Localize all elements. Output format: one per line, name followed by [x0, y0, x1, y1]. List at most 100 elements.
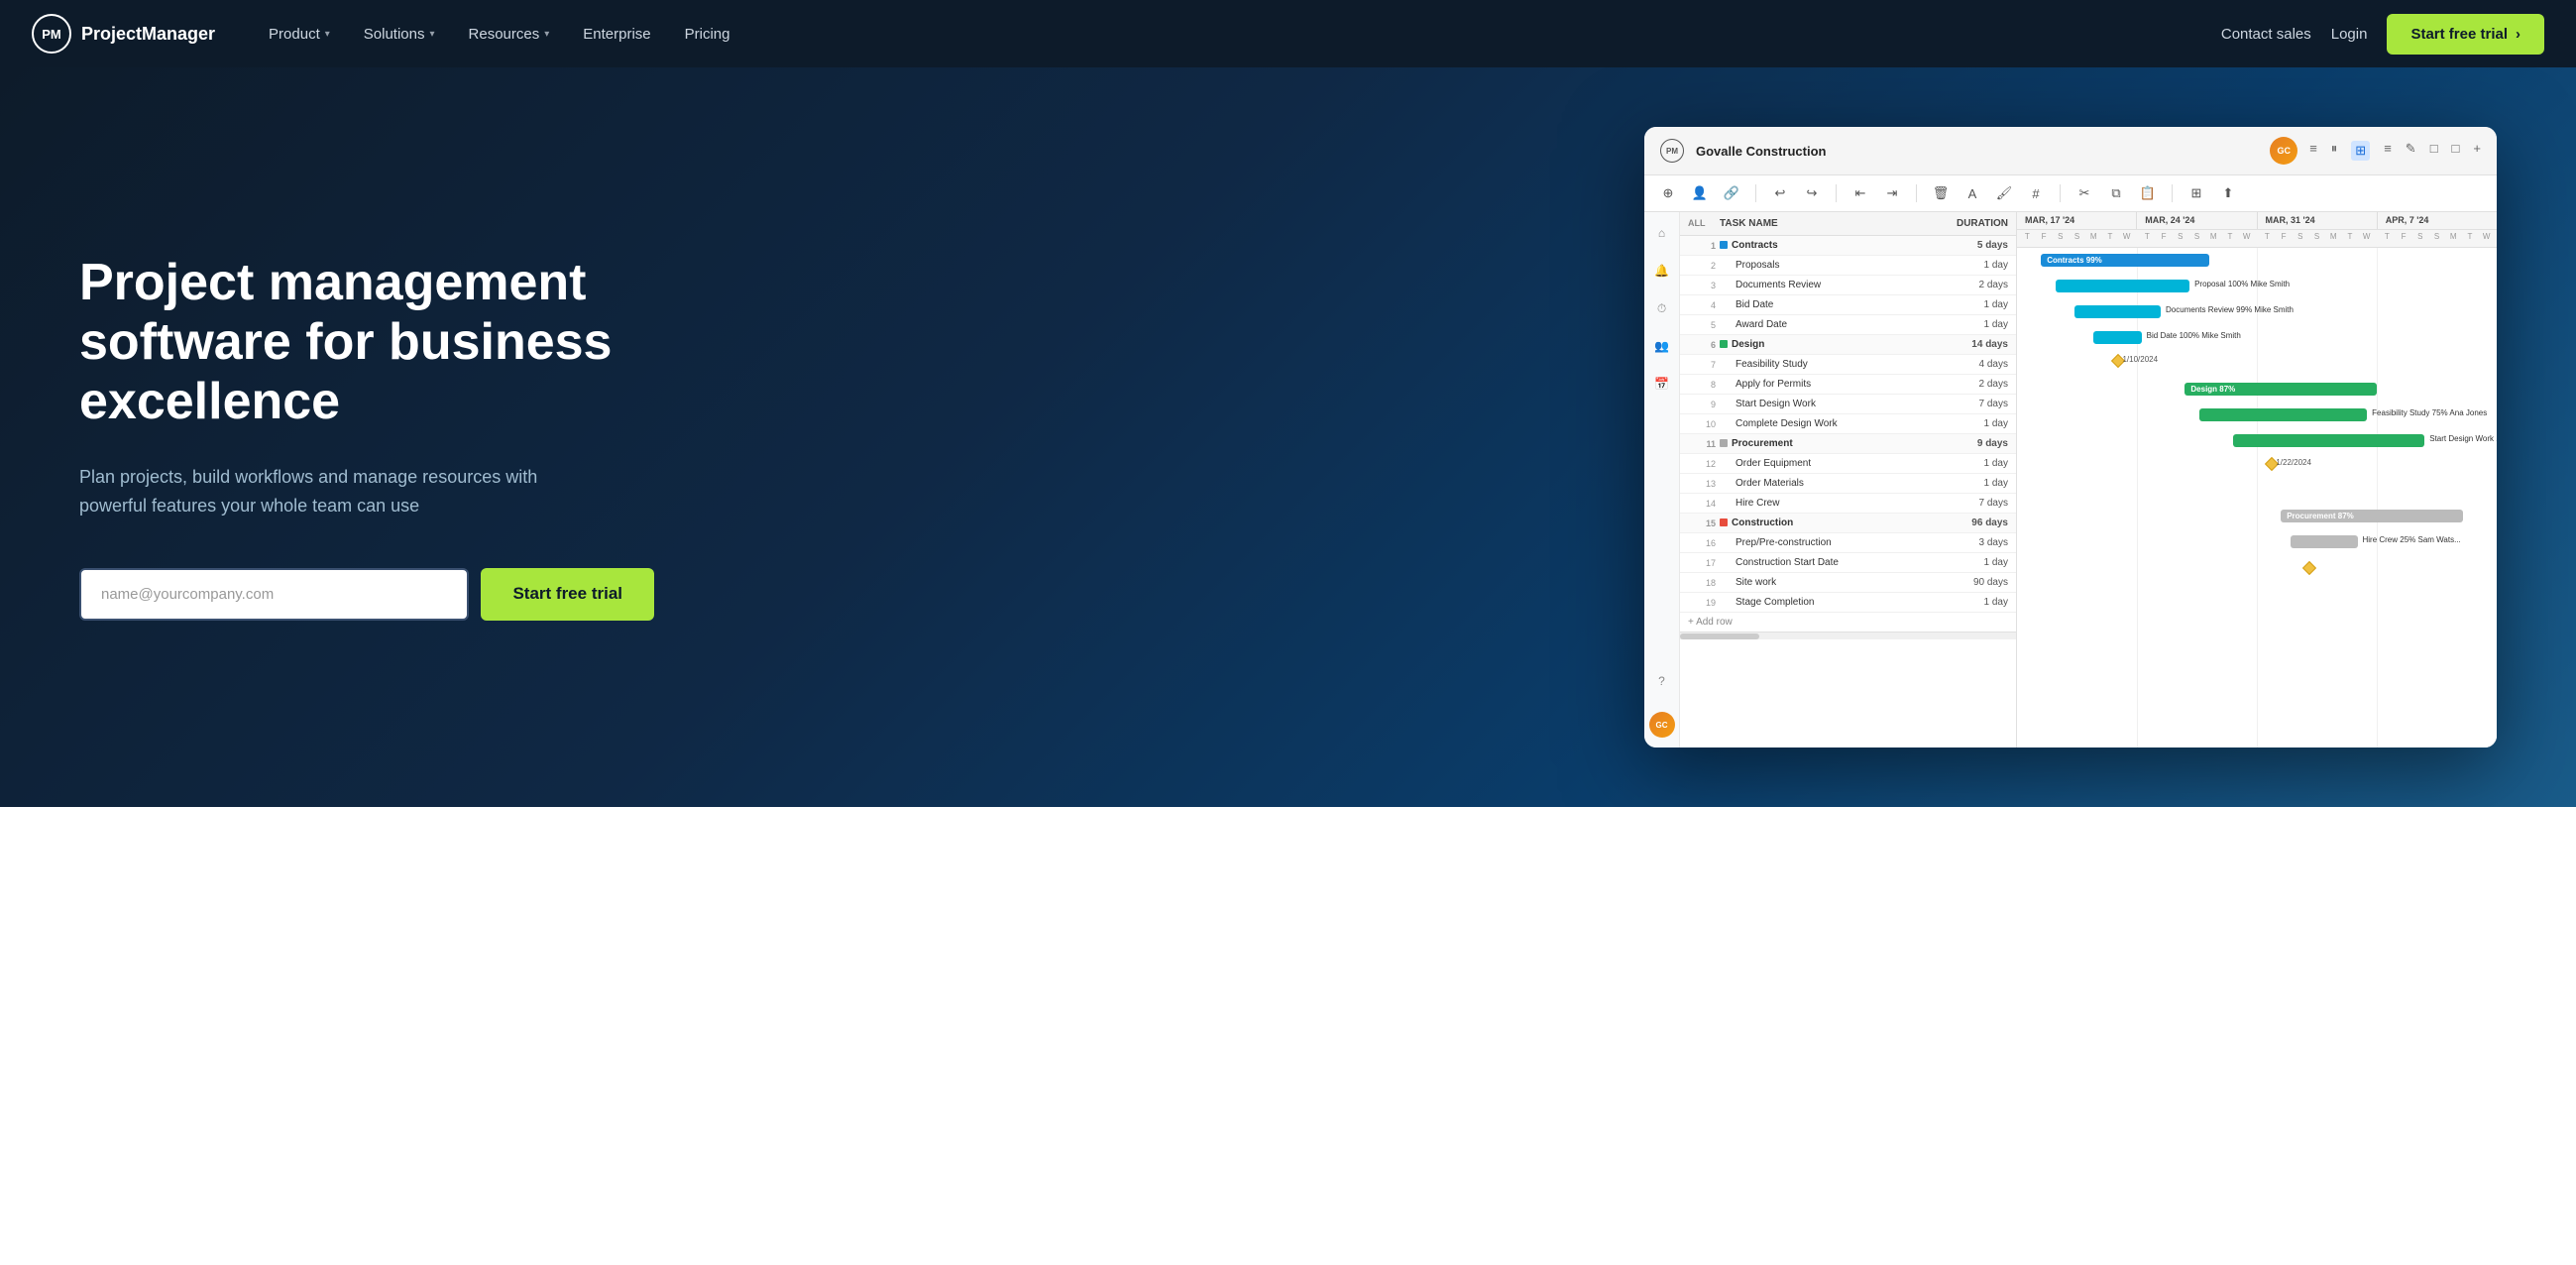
menu-icon[interactable]: ≡ — [2309, 141, 2317, 161]
mockup-toolbar: ⊕ 👤 🔗 ↩ ↪ ⇤ ⇥ 🗑 A 🖌 # ✂ ⧉ 📋 ⊞ — [1644, 175, 2497, 212]
hero-section: Project management software for business… — [0, 67, 2576, 807]
nav-start-trial-button[interactable]: Start free trial › — [2387, 14, 2544, 55]
gantt-days-row: TF SS MT W TF SS MT W — [2017, 230, 2497, 247]
redo-icon[interactable]: ↪ — [1800, 181, 1824, 205]
gantt-bars-area: Contracts 99% Proposal 100% Mike Smith D… — [2017, 248, 2497, 748]
chevron-down-icon: ▾ — [430, 29, 435, 40]
arrow-icon: › — [2516, 26, 2520, 43]
people-sidebar-icon[interactable]: 👥 — [1651, 335, 1673, 357]
table-header: ALL TASK NAME DURATION — [1680, 212, 2016, 236]
toolbar-separator — [1755, 184, 1756, 202]
nav-enterprise[interactable]: Enterprise — [569, 18, 664, 51]
grid-icon[interactable]: ⊞ — [2351, 141, 2370, 161]
pause-icon[interactable]: ⏸ — [2331, 141, 2338, 161]
table-row: 16 Prep/Pre-construction 3 days — [1680, 533, 2016, 553]
mockup-sidebar: ⌂ 🔔 ⏱ 👥 📅 ? GC — [1644, 212, 1680, 748]
brand-logo[interactable]: PM ProjectManager — [32, 14, 215, 54]
gantt-bar-label: Bid Date 100% Mike Smith — [2147, 331, 2241, 340]
gantt-bar-label: Documents Review 99% Mike Smith — [2166, 305, 2294, 314]
paste-icon[interactable]: 📋 — [2136, 181, 2160, 205]
table-row: 17 Construction Start Date 1 day — [1680, 553, 2016, 573]
gantt-chart: MAR, 17 '24 MAR, 24 '24 MAR, 31 '24 APR,… — [2017, 212, 2497, 748]
table-row: 14 Hire Crew 7 days — [1680, 494, 2016, 514]
add-icon[interactable]: + — [2473, 141, 2481, 161]
mockup-body: ⌂ 🔔 ⏱ 👥 📅 ? GC ALL TASK NAME DURATION — [1644, 212, 2497, 748]
hero-title: Project management software for business… — [79, 254, 654, 431]
gantt-month-label: MAR, 24 '24 — [2137, 212, 2257, 229]
copy-icon[interactable]: □ — [2452, 141, 2460, 161]
gantt-milestone-label: 1/10/2024 — [2122, 355, 2158, 364]
add-row-button[interactable]: + Add row — [1680, 613, 2016, 632]
toolbar-separator-2 — [1836, 184, 1837, 202]
gantt-bar-design: Design 87% — [2184, 383, 2377, 396]
gantt-bar-procurement: Procurement 87% — [2281, 510, 2463, 522]
nav-right: Contact sales Login Start free trial › — [2221, 14, 2544, 55]
table-row: 10 Complete Design Work 1 day — [1680, 414, 2016, 434]
gantt-bar-label: Feasibility Study 75% Ana Jones — [2372, 408, 2487, 417]
bell-sidebar-icon[interactable]: 🔔 — [1651, 260, 1673, 282]
table-row: 11 Procurement 9 days — [1680, 434, 2016, 454]
number-icon[interactable]: # — [2024, 181, 2048, 205]
chevron-down-icon: ▾ — [325, 29, 330, 40]
gantt-gridline — [2377, 248, 2378, 748]
toolbar-separator-5 — [2172, 184, 2173, 202]
gantt-milestone-construction — [2302, 561, 2316, 575]
gantt-bar-design-work — [2233, 434, 2425, 447]
user-avatar[interactable]: GC — [1649, 712, 1675, 738]
undo-icon[interactable]: ↩ — [1768, 181, 1792, 205]
gantt-day-labels: TF SS MT W — [2257, 230, 2377, 247]
cut-icon[interactable]: ✂ — [2072, 181, 2096, 205]
text-icon[interactable]: A — [1960, 181, 1984, 205]
calendar-sidebar-icon[interactable]: 📅 — [1651, 373, 1673, 395]
mockup-avatar: GC — [2270, 137, 2297, 165]
table-row: 6 Design 14 days — [1680, 335, 2016, 355]
mockup-project-title: Govalle Construction — [1696, 144, 2258, 159]
add-task-icon[interactable]: ⊕ — [1656, 181, 1680, 205]
chevron-down-icon: ▾ — [544, 29, 549, 40]
table-row: 7 Feasibility Study 4 days — [1680, 355, 2016, 375]
logo-icon: PM — [32, 14, 71, 54]
email-input[interactable] — [79, 568, 469, 621]
table-scrollbar[interactable] — [1680, 632, 2016, 639]
contact-sales-link[interactable]: Contact sales — [2221, 26, 2311, 43]
calendar-icon[interactable]: □ — [2430, 141, 2438, 161]
login-link[interactable]: Login — [2331, 26, 2368, 43]
nav-solutions[interactable]: Solutions ▾ — [350, 18, 449, 51]
table-icon[interactable]: ⊞ — [2184, 181, 2208, 205]
link-icon[interactable]: 🔗 — [1720, 181, 1743, 205]
app-mockup: PM Govalle Construction GC ≡ ⏸ ⊞ ≡ ✎ □ □… — [1644, 127, 2497, 748]
table-row: 8 Apply for Permits 2 days — [1680, 375, 2016, 395]
indent-icon[interactable]: ⇤ — [1848, 181, 1872, 205]
navigation: PM ProjectManager Product ▾ Solutions ▾ … — [0, 0, 2576, 67]
nav-product[interactable]: Product ▾ — [255, 18, 344, 51]
export-icon[interactable]: ⬆ — [2216, 181, 2240, 205]
gantt-milestone-label: 1/22/2024 — [2276, 458, 2311, 467]
scrollbar-thumb[interactable] — [1680, 633, 1759, 639]
list-icon[interactable]: ≡ — [2384, 141, 2392, 161]
help-sidebar-icon[interactable]: ? — [1651, 670, 1673, 692]
outdent-icon[interactable]: ⇥ — [1880, 181, 1904, 205]
table-row: 4 Bid Date 1 day — [1680, 295, 2016, 315]
assign-icon[interactable]: 👤 — [1688, 181, 1712, 205]
gantt-bar-label: Hire Crew 25% Sam Wats... — [2362, 535, 2460, 544]
nav-resources[interactable]: Resources ▾ — [455, 18, 564, 51]
task-table: ALL TASK NAME DURATION 1 Contracts 5 day… — [1680, 212, 2017, 748]
mockup-titlebar: PM Govalle Construction GC ≡ ⏸ ⊞ ≡ ✎ □ □… — [1644, 127, 2497, 175]
gantt-bar-bid — [2093, 331, 2141, 344]
gantt-month-label: APR, 7 '24 — [2378, 212, 2497, 229]
gantt-bar-docs — [2074, 305, 2161, 318]
col-task-name: TASK NAME — [1720, 218, 1935, 229]
delete-icon[interactable]: 🗑 — [1929, 181, 1953, 205]
hero-content: Project management software for business… — [79, 254, 654, 621]
hero-form: Start free trial — [79, 568, 654, 621]
clock-sidebar-icon[interactable]: ⏱ — [1651, 297, 1673, 319]
home-sidebar-icon[interactable]: ⌂ — [1651, 222, 1673, 244]
table-row: 19 Stage Completion 1 day — [1680, 593, 2016, 613]
hero-start-trial-button[interactable]: Start free trial — [481, 568, 654, 621]
paint-icon[interactable]: 🖌 — [1992, 181, 2016, 205]
copy2-icon[interactable]: ⧉ — [2104, 181, 2128, 205]
table-row: 13 Order Materials 1 day — [1680, 474, 2016, 494]
nav-pricing[interactable]: Pricing — [671, 18, 744, 51]
hero-mockup-area: PM Govalle Construction GC ≡ ⏸ ⊞ ≡ ✎ □ □… — [694, 127, 2497, 748]
edit-icon[interactable]: ✎ — [2406, 141, 2416, 161]
